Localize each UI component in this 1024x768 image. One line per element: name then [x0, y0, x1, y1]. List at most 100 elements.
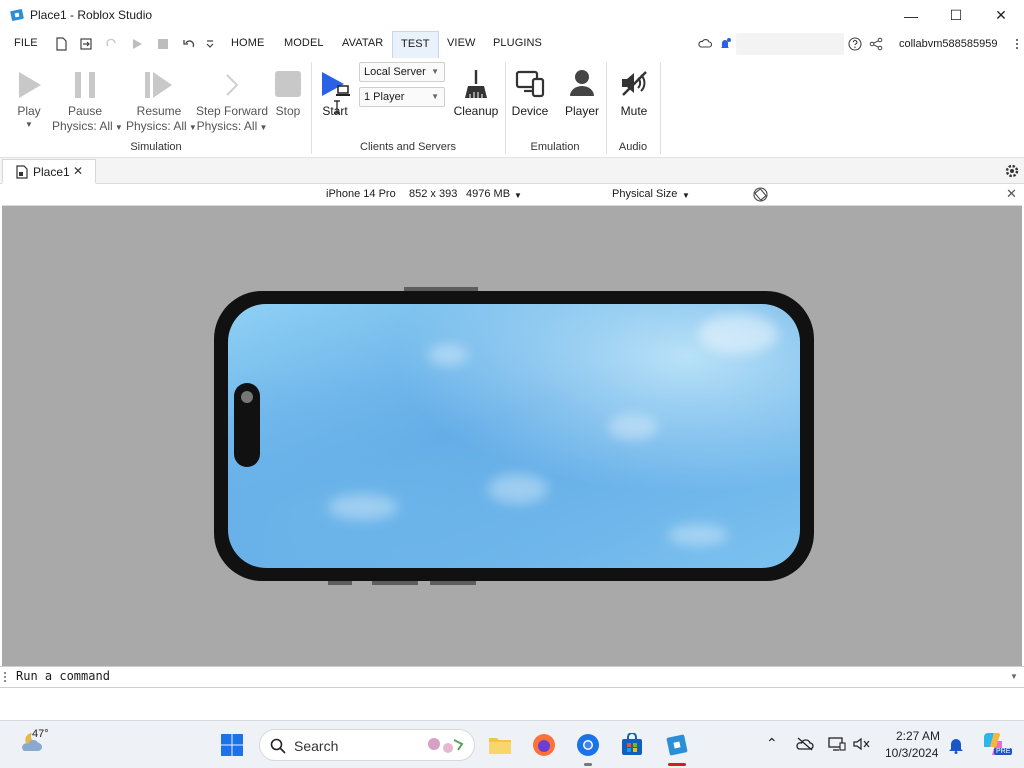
size-mode-select[interactable]: Physical Size	[612, 188, 677, 200]
menu-test[interactable]: TEST	[392, 31, 439, 58]
menu-model[interactable]: MODEL	[284, 37, 324, 49]
sky-cloud	[328, 494, 398, 520]
device-chevron-down-icon[interactable]: ▼	[514, 191, 522, 200]
rotate-device-icon[interactable]	[753, 187, 768, 202]
chrome-icon[interactable]	[576, 733, 600, 757]
play-button[interactable]: Play ▼	[8, 62, 50, 132]
place-file-icon	[16, 165, 28, 179]
player-emulation-button[interactable]: Player	[560, 62, 604, 124]
publish-icon[interactable]	[79, 37, 93, 51]
menu-home[interactable]: HOME	[231, 37, 264, 49]
emulated-phone-screen[interactable]	[228, 304, 800, 568]
resume-button[interactable]: Resume Physics: All ▼	[126, 62, 197, 136]
pause-physics-label: Physics: All	[52, 119, 113, 133]
quick-stop-icon[interactable]	[156, 37, 170, 51]
start-server-icon	[322, 72, 350, 96]
device-label: Device	[511, 104, 549, 118]
studio-search-input[interactable]	[736, 33, 844, 55]
player-label: Player	[564, 104, 599, 118]
phone-side-button	[328, 581, 352, 585]
title-bar: Place1 - Roblox Studio — ☐ ✕	[0, 0, 1024, 31]
pause-button[interactable]: Pause Physics: All ▼	[52, 62, 123, 136]
tab-place1[interactable]: Place1 ✕	[2, 159, 96, 184]
player-avatar-icon	[570, 70, 594, 96]
clock-time[interactable]: 2:27 AM	[896, 729, 940, 743]
microsoft-store-icon[interactable]	[620, 733, 644, 757]
resume-physics-dropdown[interactable]: Physics: All ▼	[126, 119, 197, 133]
menu-avatar[interactable]: AVATAR	[342, 37, 383, 49]
new-file-icon[interactable]	[54, 37, 68, 51]
windows-start-icon[interactable]	[220, 733, 244, 757]
pause-physics-dropdown[interactable]: Physics: All ▼	[52, 119, 123, 133]
minimize-button[interactable]: —	[888, 0, 934, 31]
close-tab-icon[interactable]: ✕	[73, 164, 83, 178]
chevron-down-icon: ▼	[431, 67, 439, 76]
broom-icon	[465, 70, 487, 98]
quick-access-dropdown-icon[interactable]	[203, 37, 217, 51]
maximize-icon: ☐	[949, 7, 963, 23]
running-indicator	[584, 763, 592, 766]
emulated-device-name[interactable]: iPhone 14 Pro	[326, 188, 396, 200]
minimize-icon: —	[904, 7, 918, 24]
close-window-button[interactable]: ✕	[978, 0, 1024, 31]
menu-file[interactable]: FILE	[14, 37, 38, 49]
stop-button[interactable]: Stop	[270, 62, 306, 122]
game-viewport[interactable]	[2, 206, 1022, 666]
notification-bell-icon[interactable]	[948, 736, 964, 754]
server-mode-select[interactable]: Local Server ▼	[359, 62, 445, 82]
file-explorer-icon[interactable]	[488, 733, 512, 757]
help-icon[interactable]	[848, 37, 862, 51]
ribbon: Play ▼ Pause Physics: All ▼ Resume Physi…	[0, 58, 1024, 158]
cleanup-label: Cleanup	[453, 104, 499, 118]
ribbon-divider	[660, 62, 661, 154]
undo-icon[interactable]	[182, 37, 196, 51]
command-bar: Run a command ▼	[0, 666, 1024, 688]
document-tab-strip: Place1 ✕	[0, 158, 1024, 184]
command-history-chevron-icon[interactable]: ▼	[1010, 672, 1018, 681]
roblox-studio-taskbar-icon[interactable]	[665, 733, 689, 757]
step-forward-button[interactable]: Step Forward Physics: All ▼	[196, 62, 268, 136]
cleanup-button[interactable]: Cleanup	[450, 62, 502, 124]
quick-play-icon[interactable]	[130, 37, 144, 51]
menu-view[interactable]: VIEW	[447, 37, 476, 49]
menu-plugins[interactable]: PLUGINS	[493, 37, 542, 49]
volume-muted-icon[interactable]	[853, 737, 871, 751]
notifications-icon[interactable]	[718, 37, 732, 51]
username-label[interactable]: collabvm588585959	[899, 38, 997, 50]
sky-cloud	[608, 414, 658, 440]
firefox-icon[interactable]	[532, 733, 556, 757]
search-highlight-flowers-icon	[428, 738, 464, 753]
tray-overflow-chevron-icon[interactable]: ⌃	[766, 735, 778, 752]
gear-icon[interactable]	[1004, 163, 1020, 179]
device-button[interactable]: Device	[508, 62, 552, 124]
clock-date[interactable]: 10/3/2024	[885, 746, 938, 760]
drag-handle-icon[interactable]	[3, 671, 7, 683]
play-label: Play	[17, 104, 41, 118]
emulation-group-label: Emulation	[530, 141, 580, 153]
clients-servers-group-label: Clients and Servers	[360, 141, 456, 153]
cloud-icon[interactable]	[698, 37, 712, 51]
more-options-icon[interactable]	[1014, 38, 1020, 50]
command-input[interactable]: Run a command	[10, 669, 1010, 686]
sky-cloud	[698, 314, 778, 354]
start-button[interactable]: Start	[316, 62, 354, 124]
player-count-select[interactable]: 1 Player ▼	[359, 87, 445, 107]
search-icon	[270, 738, 286, 754]
sky-cloud	[428, 344, 468, 366]
share-icon[interactable]	[869, 37, 883, 51]
taskbar-search-box[interactable]: Search	[259, 729, 475, 761]
emulated-phone-frame	[214, 287, 814, 585]
play-dropdown-icon[interactable]: ▼	[8, 120, 50, 129]
stop-label: Stop	[275, 104, 301, 118]
close-emulation-icon[interactable]: ✕	[1006, 186, 1017, 202]
onedrive-offline-icon[interactable]	[796, 737, 814, 751]
maximize-button[interactable]: ☐	[933, 0, 979, 31]
step-physics-dropdown[interactable]: Physics: All ▼	[196, 119, 268, 133]
mute-button[interactable]: Mute	[612, 62, 656, 124]
size-mode-chevron-down-icon[interactable]: ▼	[682, 191, 690, 200]
text-cursor-icon	[334, 100, 340, 114]
roblox-studio-logo-icon	[10, 9, 24, 21]
weather-temperature[interactable]: 47°	[32, 728, 49, 740]
redo-disabled-icon	[106, 38, 116, 47]
network-display-icon[interactable]	[828, 737, 846, 751]
